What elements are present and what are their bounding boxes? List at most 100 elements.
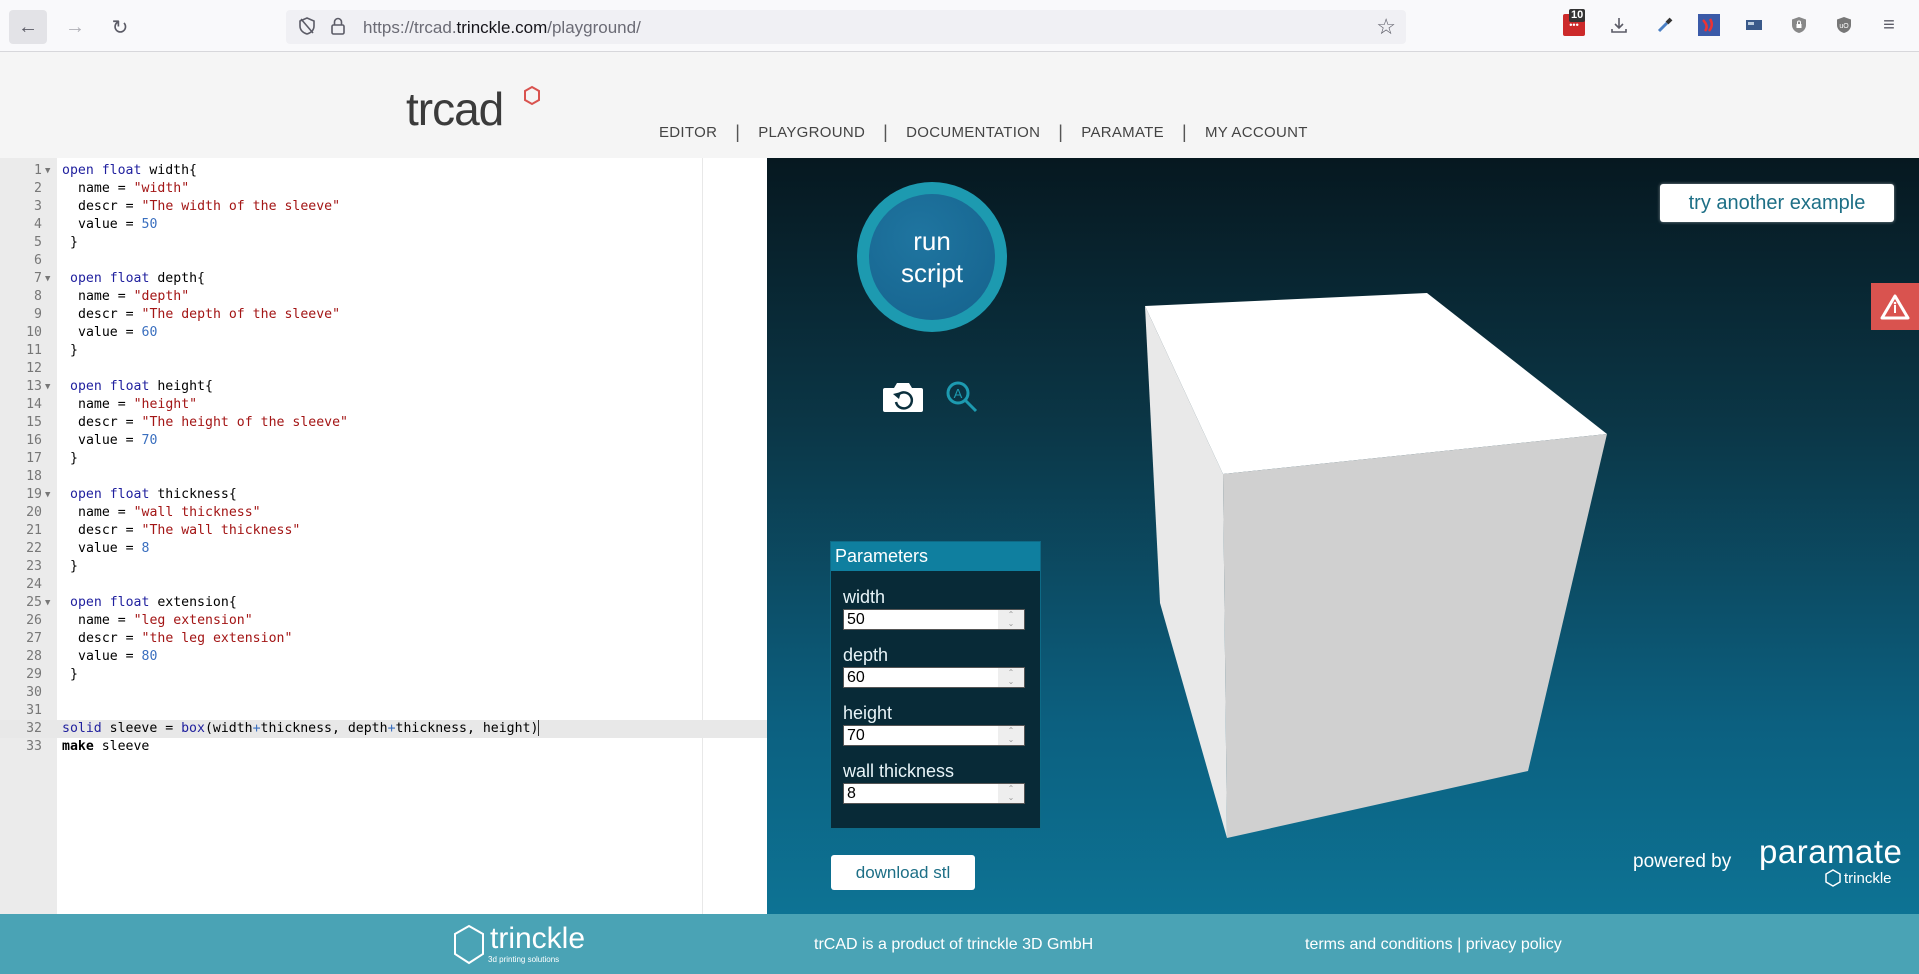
param-label: height — [843, 703, 893, 723]
code-text: descr = "The width of the sleeve" — [78, 199, 341, 214]
fold-toggle-icon[interactable]: ▼ — [45, 162, 50, 180]
code-line[interactable]: 6 — [0, 252, 767, 270]
code-line[interactable]: 3 descr = "The width of the sleeve" — [0, 198, 767, 216]
terms-link[interactable]: terms and conditions — [1305, 936, 1453, 953]
code-line[interactable]: 5} — [0, 234, 767, 252]
shield-lock-icon[interactable] — [1788, 14, 1810, 36]
extension-icon[interactable] — [1698, 14, 1720, 36]
code-line[interactable]: 19 ▼ open float thickness{ — [0, 486, 767, 504]
nav-editor[interactable]: EDITOR — [659, 124, 717, 141]
code-line[interactable]: 33 make sleeve — [0, 738, 767, 756]
code-line[interactable]: 26 name = "leg extension" — [0, 612, 767, 630]
nav-playground[interactable]: PLAYGROUND — [758, 124, 865, 141]
reset-camera-icon[interactable] — [881, 380, 925, 414]
nav-paramate[interactable]: PARAMATE — [1081, 124, 1164, 141]
reload-button[interactable]: ↻ — [101, 10, 139, 44]
logo-hexagon-icon — [524, 85, 540, 106]
paramate-logo[interactable]: paramate — [1759, 833, 1902, 871]
number-spinner[interactable]: ⌃ ⌄ — [998, 668, 1024, 687]
code-line[interactable]: 2 name = "width" — [0, 180, 767, 198]
code-line[interactable]: 10 value = 60 — [0, 324, 767, 342]
url-bar[interactable]: https://trcad.trinckle.com/playground/ ☆ — [286, 10, 1406, 44]
code-line[interactable]: 21 descr = "The wall thickness" — [0, 522, 767, 540]
code-line[interactable]: 11} — [0, 342, 767, 360]
footer-trinckle-logo[interactable]: trinckle 3d printing solutions — [452, 924, 585, 966]
warning-button[interactable] — [1871, 283, 1919, 330]
code-line[interactable]: 4 value = 50 — [0, 216, 767, 234]
code-line[interactable]: 29} — [0, 666, 767, 684]
code-editor[interactable]: 1 ▼ open float width{2 name = "width" 3 descr… — [0, 158, 767, 914]
code-line[interactable]: 24 — [0, 576, 767, 594]
width-input[interactable]: 50 ⌃ ⌄ — [843, 609, 1025, 630]
number-spinner[interactable]: ⌃ ⌄ — [998, 784, 1024, 803]
code-line[interactable]: 8 name = "depth" — [0, 288, 767, 306]
3d-viewer[interactable]: run script A try another example Paramet… — [767, 158, 1919, 914]
line-number: 4 — [34, 217, 42, 232]
wall-thickness-input[interactable]: 8 ⌃ ⌄ — [843, 783, 1025, 804]
fold-toggle-icon[interactable]: ▼ — [45, 594, 50, 612]
line-number: 15 — [26, 415, 42, 430]
back-button[interactable]: ← — [9, 10, 47, 44]
code-text: } — [70, 235, 78, 250]
code-line[interactable]: 1 ▼ open float width{ — [0, 162, 767, 180]
code-line[interactable]: 23} — [0, 558, 767, 576]
code-line[interactable]: 7 ▼ open float depth{ — [0, 270, 767, 288]
trinckle-hex-icon — [1825, 869, 1841, 887]
line-number: 2 — [34, 181, 42, 196]
privacy-link[interactable]: privacy policy — [1466, 936, 1562, 953]
code-text: value = 60 — [78, 325, 158, 340]
code-line[interactable]: 15 descr = "The height of the sleeve" — [0, 414, 767, 432]
nav-documentation[interactable]: DOCUMENTATION — [906, 124, 1040, 141]
box-front-face — [1223, 434, 1607, 838]
code-line[interactable]: 18 — [0, 468, 767, 486]
code-line[interactable]: 16 value = 70 — [0, 432, 767, 450]
footer-links: terms and conditions | privacy policy — [1305, 936, 1562, 954]
line-number: 17 — [26, 451, 42, 466]
depth-input[interactable]: 60 ⌃ ⌄ — [843, 667, 1025, 688]
code-line[interactable]: 14 name = "height" — [0, 396, 767, 414]
code-line[interactable]: 20 name = "wall thickness" — [0, 504, 767, 522]
line-number: 33 — [26, 739, 42, 754]
fold-toggle-icon[interactable]: ▼ — [45, 486, 50, 504]
code-line[interactable]: 9 descr = "The depth of the sleeve" — [0, 306, 767, 324]
forward-button[interactable]: → — [56, 10, 94, 44]
zoom-fit-icon[interactable]: A — [945, 380, 979, 414]
code-line[interactable]: 13 ▼ open float height{ — [0, 378, 767, 396]
run-script-button[interactable]: run script — [857, 182, 1007, 332]
code-line[interactable]: 32 solid sleeve = box(width+thickness, de… — [0, 720, 767, 738]
download-icon[interactable] — [1608, 14, 1630, 36]
code-line[interactable]: 12 — [0, 360, 767, 378]
download-stl-button[interactable]: download stl — [831, 855, 975, 890]
tracking-protection-icon[interactable] — [298, 16, 316, 41]
url-text[interactable]: https://trcad.trinckle.com/playground/ — [363, 18, 641, 38]
code-line[interactable]: 25 ▼ open float extension{ — [0, 594, 767, 612]
line-number: 11 — [26, 343, 42, 358]
nav-my-account[interactable]: MY ACCOUNT — [1205, 124, 1308, 141]
bookmark-star-icon[interactable]: ☆ — [1376, 14, 1396, 40]
site-header: trcad EDITOR | PLAYGROUND | DOCUMENTATIO… — [0, 52, 1919, 158]
code-line[interactable]: 27 descr = "the leg extension" — [0, 630, 767, 648]
fold-toggle-icon[interactable]: ▼ — [45, 270, 50, 288]
footer: trinckle 3d printing solutions trCAD is … — [0, 914, 1919, 974]
eyedropper-icon[interactable] — [1654, 14, 1676, 36]
powered-by-label: powered by — [1633, 851, 1732, 872]
try-another-example-button[interactable]: try another example — [1660, 184, 1894, 222]
code-line[interactable]: 17} — [0, 450, 767, 468]
screenshot-icon[interactable] — [1743, 14, 1765, 36]
code-line[interactable]: 22 value = 8 — [0, 540, 767, 558]
number-spinner[interactable]: ⌃ ⌄ — [998, 610, 1024, 629]
code-line[interactable]: 31 — [0, 702, 767, 720]
lock-icon[interactable] — [330, 16, 346, 41]
footer-separator: | — [1457, 936, 1462, 953]
line-number: 30 — [26, 685, 42, 700]
height-input[interactable]: 70 ⌃ ⌄ — [843, 725, 1025, 746]
code-line[interactable]: 30 — [0, 684, 767, 702]
code-line[interactable]: 28 value = 80 — [0, 648, 767, 666]
menu-icon[interactable]: ≡ — [1878, 14, 1900, 36]
svg-text:A: A — [954, 386, 963, 401]
line-number: 20 — [26, 505, 42, 520]
trcad-logo[interactable]: trcad — [406, 82, 504, 136]
number-spinner[interactable]: ⌃ ⌄ — [998, 726, 1024, 745]
fold-toggle-icon[interactable]: ▼ — [45, 378, 50, 396]
ublock-icon[interactable]: uO — [1833, 14, 1855, 36]
